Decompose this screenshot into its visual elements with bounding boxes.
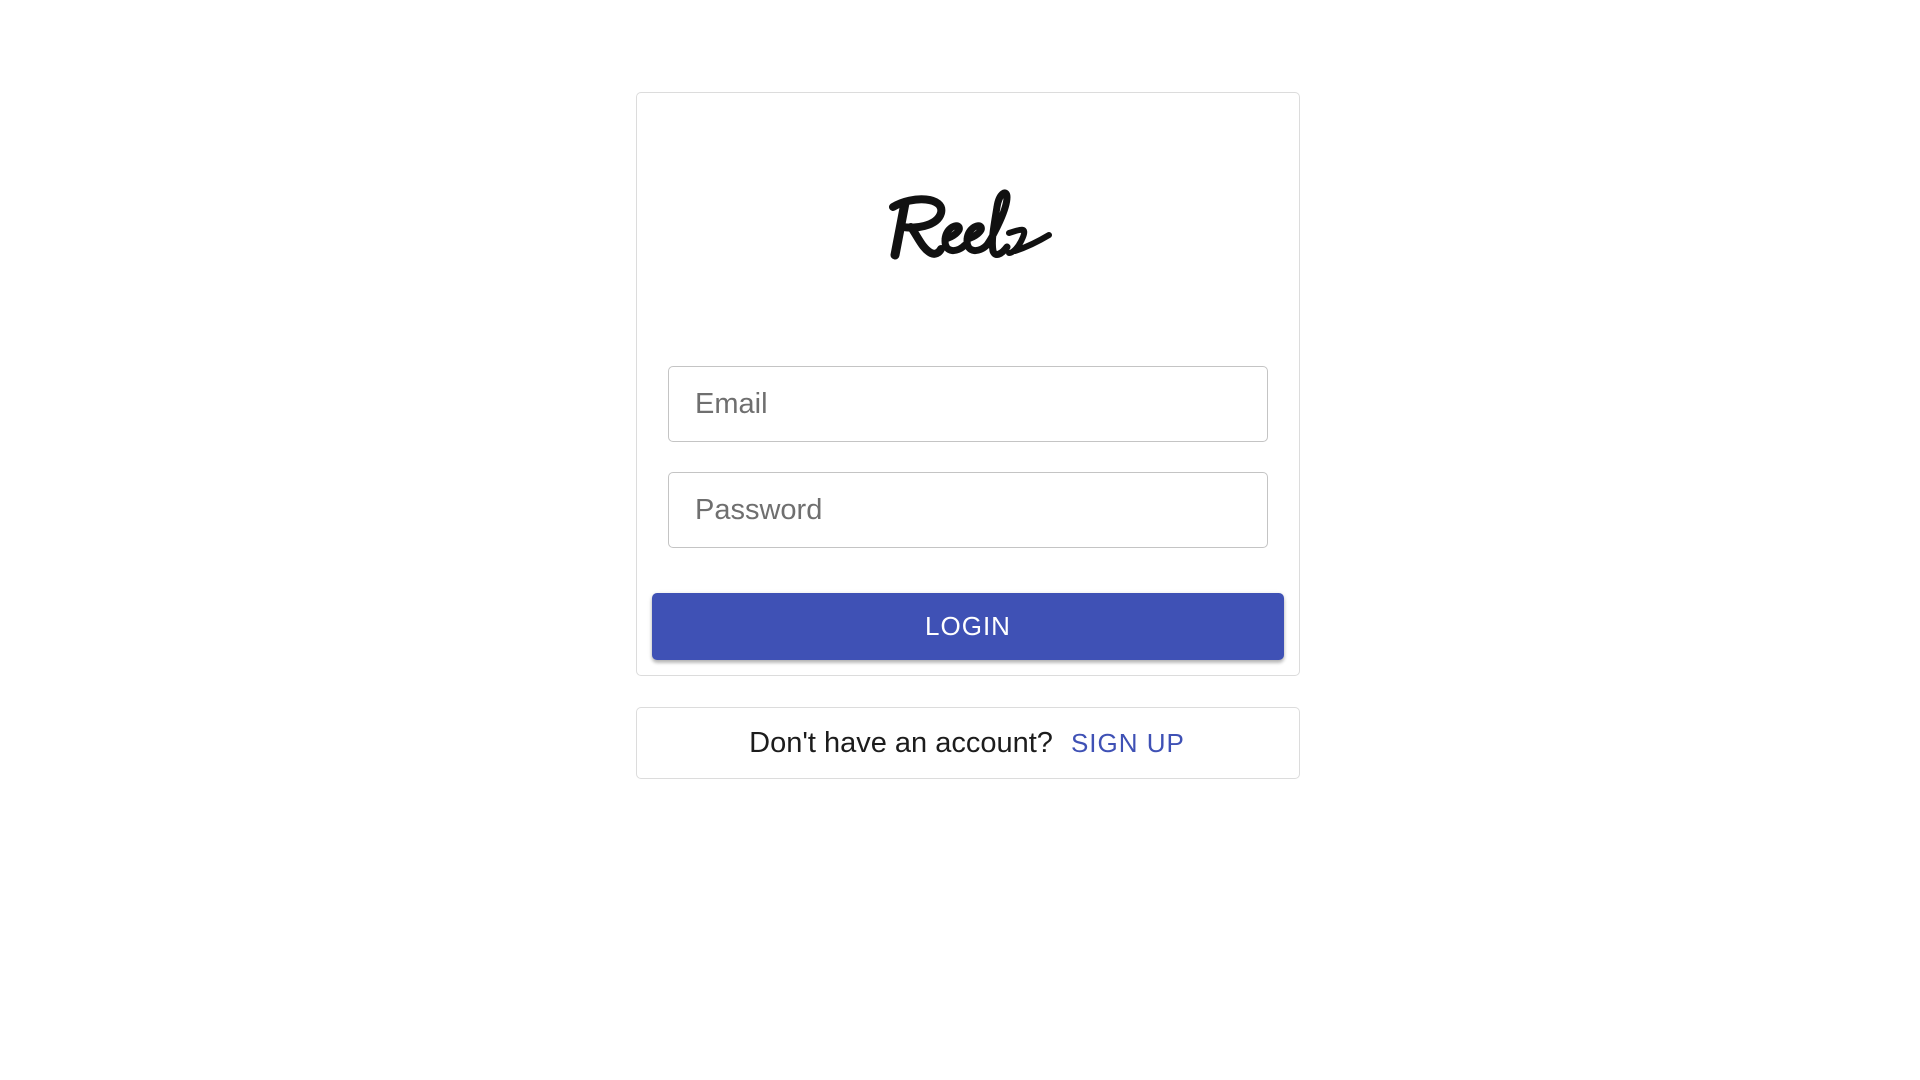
signup-prompt-text: Don't have an account? [749, 726, 1053, 759]
reels-logo [637, 173, 1299, 283]
email-input[interactable] [669, 367, 1267, 441]
login-card: LOGIN [636, 92, 1300, 676]
email-field[interactable] [668, 366, 1268, 442]
password-field[interactable] [668, 472, 1268, 548]
signup-link[interactable]: SIGN UP [1069, 724, 1187, 763]
login-page: LOGIN Don't have an account? SIGN UP [0, 0, 1920, 1080]
password-input[interactable] [669, 473, 1267, 547]
reels-wordmark-icon [889, 189, 1052, 260]
login-button[interactable]: LOGIN [652, 593, 1284, 660]
signup-card: Don't have an account? SIGN UP [636, 707, 1300, 779]
